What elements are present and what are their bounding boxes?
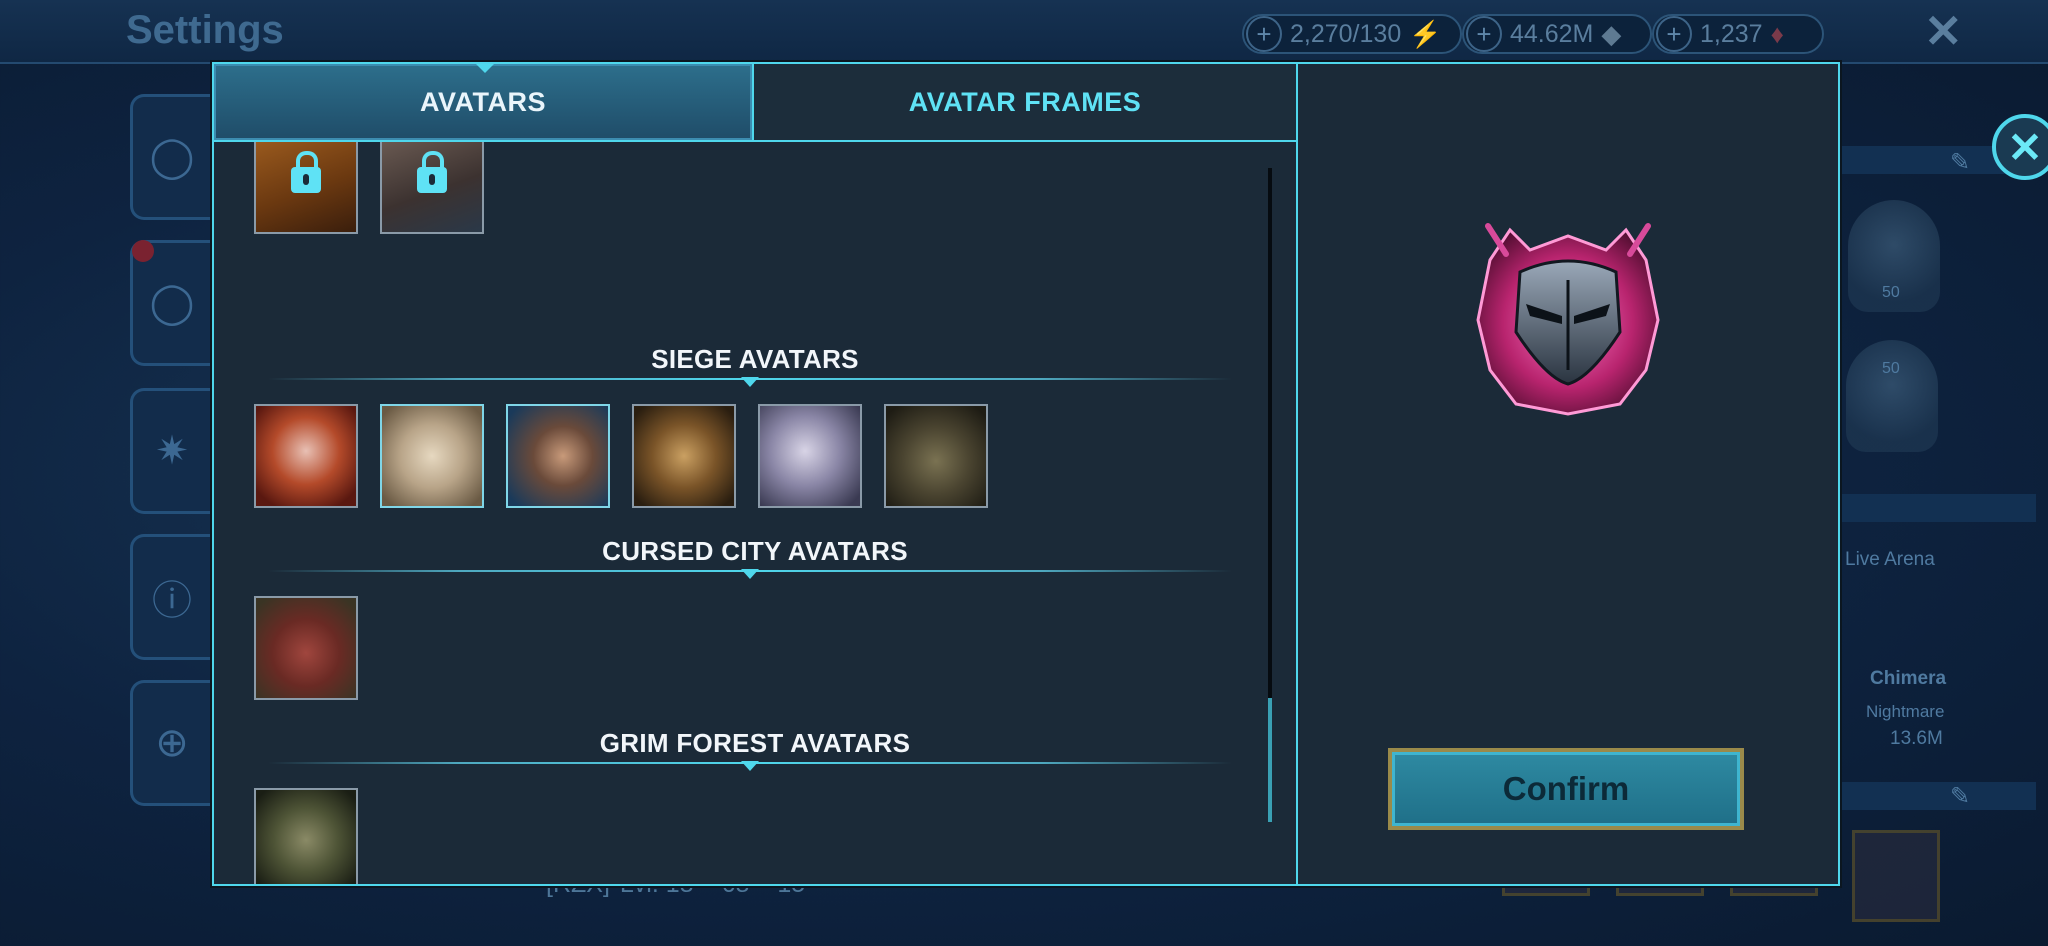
avatar-tabs: AVATARS AVATAR FRAMES xyxy=(214,64,1296,142)
panel-divider xyxy=(1296,64,1298,884)
avatar-siege-3[interactable] xyxy=(506,404,610,508)
avatar-siege-4[interactable] xyxy=(632,404,736,508)
background-strip xyxy=(1836,494,2036,522)
energy-value: 2,270/130 xyxy=(1290,19,1402,48)
section-divider xyxy=(268,569,1232,579)
section-divider xyxy=(268,761,1232,771)
background-strip xyxy=(1836,782,2036,810)
champion-thumbnail xyxy=(1852,830,1940,922)
nightmare-damage: 13.6M xyxy=(1890,728,1943,749)
globe-icon: ⊕ xyxy=(130,680,211,806)
page-title: Settings xyxy=(126,8,284,52)
add-energy-button[interactable]: + xyxy=(1246,16,1282,52)
avatar-siege-6[interactable] xyxy=(884,404,988,508)
profile-icon: ◯ xyxy=(130,94,211,220)
info-icon: ⓘ xyxy=(130,534,211,660)
silver-value: 44.62M xyxy=(1510,19,1594,48)
avatar-siege-5[interactable] xyxy=(758,404,862,508)
scrollbar-thumb[interactable] xyxy=(1268,698,1272,822)
section-title-siege: SIEGE AVATARS xyxy=(651,344,859,374)
tab-avatars[interactable]: AVATARS xyxy=(214,64,752,140)
confirm-button[interactable]: Confirm xyxy=(1388,748,1744,830)
section-divider xyxy=(268,377,1232,387)
add-gem-button[interactable]: + xyxy=(1656,16,1692,52)
notification-dot xyxy=(132,240,154,262)
emblem-level: 50 xyxy=(1882,284,1900,301)
avatar-grim-forest-1[interactable] xyxy=(254,788,358,884)
chimera-label: Chimera xyxy=(1870,668,1947,689)
section-title-cursed-city: CURSED CITY AVATARS xyxy=(602,536,908,566)
live-arena-label: Live Arena xyxy=(1845,549,1935,570)
lock-icon xyxy=(417,151,447,194)
silver-resource: + 44.62M ◆ xyxy=(1462,14,1652,54)
edit-icon: ✎ xyxy=(1950,783,1971,810)
avatar-list[interactable]: SIEGE AVATARS CURSED CITY AVATARS GRIM F… xyxy=(214,142,1296,884)
nightmare-label: Nightmare xyxy=(1866,702,1945,721)
gear-icon: ✷ xyxy=(130,388,211,514)
avatar-siege-2[interactable] xyxy=(380,404,484,508)
energy-icon: ⚡ xyxy=(1409,18,1442,49)
energy-resource: + 2,270/130 ⚡ xyxy=(1242,14,1462,54)
gem-value: 1,237 xyxy=(1700,19,1763,48)
silver-icon: ◆ xyxy=(1601,18,1622,49)
gem-icon: ♦ xyxy=(1770,18,1784,49)
emblem-level: 50 xyxy=(1882,360,1900,377)
gem-resource: + 1,237 ♦ xyxy=(1652,14,1824,54)
avatar-locked[interactable] xyxy=(380,142,484,234)
avatar-locked[interactable] xyxy=(254,142,358,234)
avatar-siege-1[interactable] xyxy=(254,404,358,508)
avatar-cursed-city-1[interactable] xyxy=(254,596,358,700)
background-close-icon[interactable]: ✕ xyxy=(1924,4,1963,58)
tab-avatar-frames[interactable]: AVATAR FRAMES xyxy=(752,64,1296,140)
selected-avatar-preview xyxy=(1476,223,1660,416)
arena-emblem xyxy=(1846,340,1938,452)
edit-icon: ✎ xyxy=(1950,149,1971,176)
add-silver-button[interactable]: + xyxy=(1466,16,1502,52)
lock-icon xyxy=(291,151,321,194)
section-title-grim-forest: GRIM FOREST AVATARS xyxy=(599,728,911,758)
avatar-picker-dialog: AVATARS AVATAR FRAMES SIEGE AVATARS CURS… xyxy=(212,62,2048,886)
